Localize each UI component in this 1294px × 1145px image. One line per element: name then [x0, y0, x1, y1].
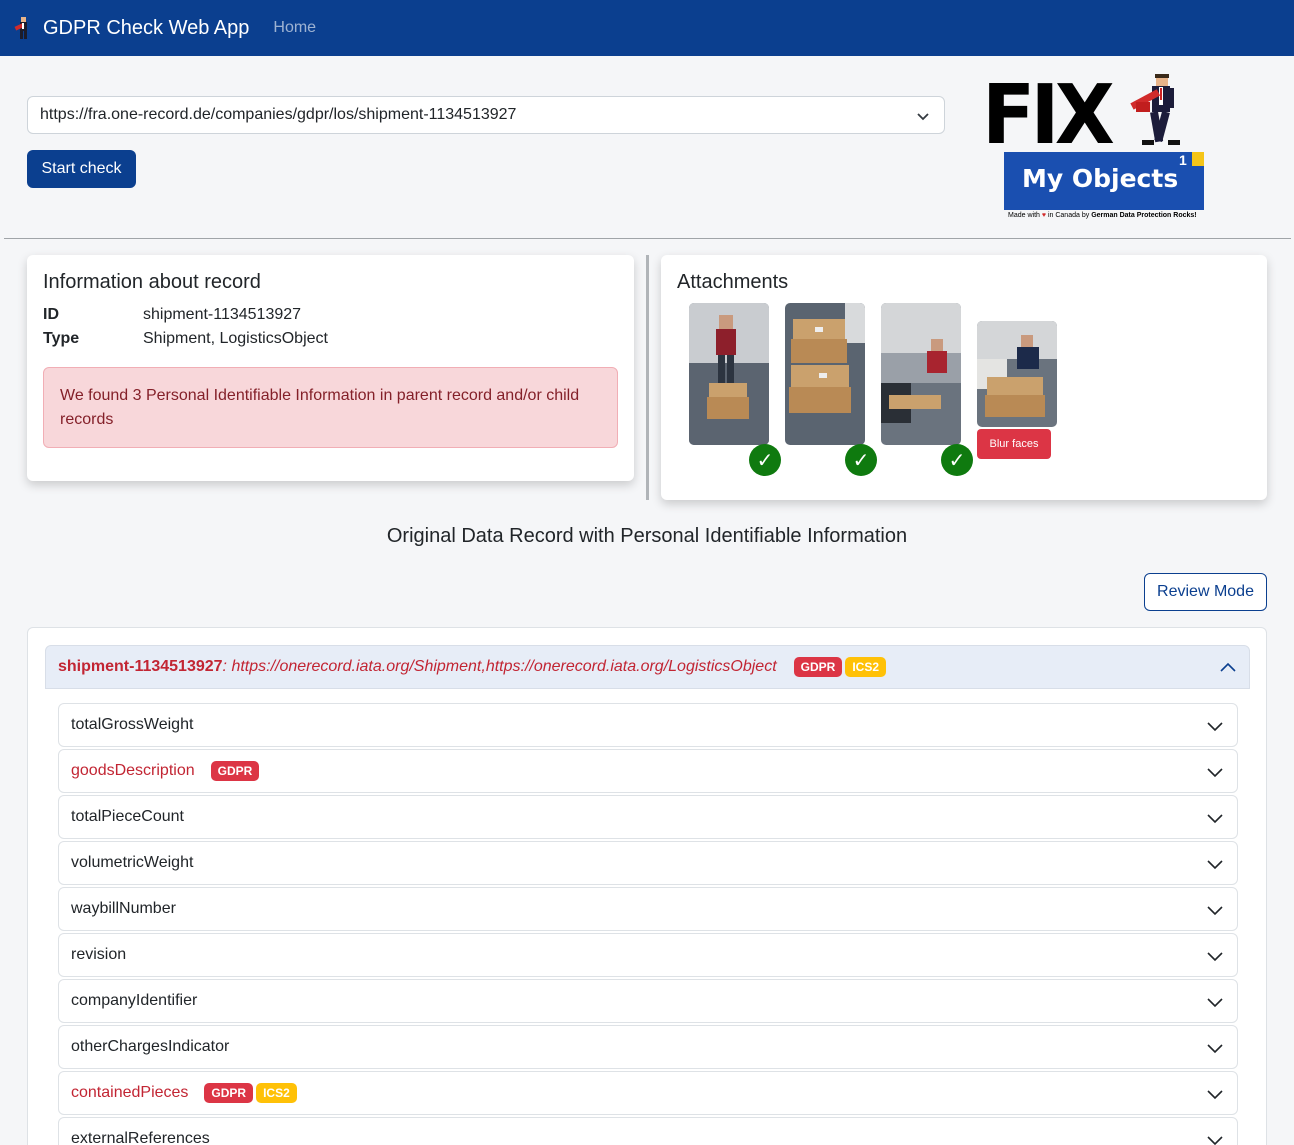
gdpr-badge: GDPR: [204, 1083, 254, 1103]
record-url-value: https://fra.one-record.de/companies/gdpr…: [40, 106, 517, 123]
attachment-image[interactable]: [785, 303, 865, 445]
logo-fix-text: FIX: [982, 68, 1115, 163]
logo-corner: [1192, 152, 1204, 166]
chevron-down-icon: [1206, 1039, 1224, 1062]
record-field-row[interactable]: totalPieceCount: [58, 795, 1238, 839]
record-field-label: containedPieces: [71, 1084, 189, 1101]
chevron-up-icon: [1219, 659, 1237, 682]
record-field-row[interactable]: companyIdentifier: [58, 979, 1238, 1023]
logo-tagline-prefix: Made with: [1008, 212, 1040, 219]
chevron-down-icon: [1206, 717, 1224, 740]
chevron-down-icon: [1206, 993, 1224, 1016]
record-url-select[interactable]: https://fra.one-record.de/companies/gdpr…: [27, 96, 945, 134]
fix-my-objects-logo: FIX 1 My Objects Made with ♥ in Canada b…: [982, 72, 1212, 224]
record-head-sep: :: [222, 658, 227, 675]
attachment-image[interactable]: [689, 303, 769, 445]
chevron-down-icon: [916, 109, 930, 128]
record-type-row: Type Shipment, LogisticsObject: [43, 327, 618, 351]
attachments-card: Attachments ✓ ✓ ✓ Blur faces: [661, 255, 1267, 500]
record-field-row[interactable]: volumetricWeight: [58, 841, 1238, 885]
record-field-label: volumetricWeight: [71, 854, 194, 871]
record-field-label: revision: [71, 946, 127, 963]
ics2-badge: ICS2: [845, 657, 886, 677]
record-field-row[interactable]: goodsDescription GDPR: [58, 749, 1238, 793]
logo-guitarist-icon: [1128, 74, 1188, 159]
chevron-down-icon: [1206, 855, 1224, 878]
ics2-badge: ICS2: [256, 1083, 297, 1103]
record-field-label: externalReferences: [71, 1130, 210, 1145]
gdpr-badge: GDPR: [793, 657, 843, 677]
record-id-label: ID: [43, 306, 59, 323]
logo-superscript: 1: [1179, 152, 1187, 168]
review-mode-button[interactable]: Review Mode: [1144, 573, 1267, 611]
horizontal-divider: [4, 238, 1291, 239]
app-brand[interactable]: GDPR Check Web App: [43, 17, 249, 40]
chevron-down-icon: [1206, 1085, 1224, 1108]
record-field-label: waybillNumber: [71, 900, 176, 917]
record-tree-container: shipment-1134513927: https://onerecord.i…: [27, 627, 1267, 1145]
gdpr-badge: GDPR: [210, 761, 260, 781]
record-field-row[interactable]: containedPieces GDPR ICS2: [58, 1071, 1238, 1115]
record-info-card: Information about record ID shipment-113…: [27, 255, 634, 481]
check-icon: ✓: [941, 444, 973, 476]
record-field-label: totalPieceCount: [71, 808, 184, 825]
vertical-divider: [646, 255, 649, 500]
logo-guitarist-icon: [10, 15, 36, 41]
record-head-types: https://onerecord.iata.org/Shipment,http…: [231, 658, 777, 675]
check-icon: ✓: [749, 444, 781, 476]
navbar: GDPR Check Web App Home: [0, 0, 1294, 56]
record-id-value: shipment-1134513927: [143, 306, 302, 323]
record-field-badges: GDPR: [208, 761, 260, 781]
heart-icon: ♥: [1041, 212, 1047, 219]
chevron-down-icon: [1206, 901, 1224, 924]
record-field-badges: GDPR ICS2: [201, 1083, 297, 1103]
pii-alert: We found 3 Personal Identifiable Informa…: [43, 367, 618, 448]
record-info-title: Information about record: [43, 271, 261, 293]
chevron-down-icon: [1206, 809, 1224, 832]
chevron-down-icon: [1206, 763, 1224, 786]
chevron-down-icon: [1206, 1131, 1224, 1145]
logo-tagline: Made with ♥ in Canada by German Data Pro…: [1008, 212, 1197, 219]
record-field-label: goodsDescription: [71, 762, 195, 779]
record-field-row[interactable]: otherChargesIndicator: [58, 1025, 1238, 1069]
record-field-row[interactable]: externalReferences: [58, 1117, 1238, 1145]
record-head-id: shipment-1134513927: [58, 658, 223, 675]
attachment-image[interactable]: [977, 321, 1057, 427]
record-field-row[interactable]: revision: [58, 933, 1238, 977]
record-field-row[interactable]: waybillNumber: [58, 887, 1238, 931]
record-field-label: totalGrossWeight: [71, 716, 194, 733]
blur-faces-button[interactable]: Blur faces: [977, 429, 1051, 459]
attachment-image[interactable]: [881, 303, 961, 445]
logo-objects-text: My Objects: [1022, 164, 1179, 193]
logo-tagline-mid: in Canada by: [1047, 212, 1090, 219]
record-field-label: companyIdentifier: [71, 992, 198, 1009]
record-field-label: otherChargesIndicator: [71, 1038, 230, 1055]
record-type-label: Type: [43, 330, 80, 347]
record-head-badges: GDPR ICS2: [791, 657, 886, 677]
record-type-value: Shipment, LogisticsObject: [143, 330, 328, 347]
check-icon: ✓: [845, 444, 877, 476]
attachments-title: Attachments: [677, 271, 789, 293]
start-check-button[interactable]: Start check: [27, 150, 136, 188]
nav-home-link[interactable]: Home: [273, 19, 316, 37]
logo-tagline-bold: German Data Protection Rocks!: [1091, 212, 1197, 219]
record-field-row[interactable]: totalGrossWeight: [58, 703, 1238, 747]
record-section-title: Original Data Record with Personal Ident…: [386, 525, 908, 547]
record-id-row: ID shipment-1134513927: [43, 303, 618, 327]
record-accordion-header[interactable]: shipment-1134513927: https://onerecord.i…: [45, 645, 1250, 689]
chevron-down-icon: [1206, 947, 1224, 970]
